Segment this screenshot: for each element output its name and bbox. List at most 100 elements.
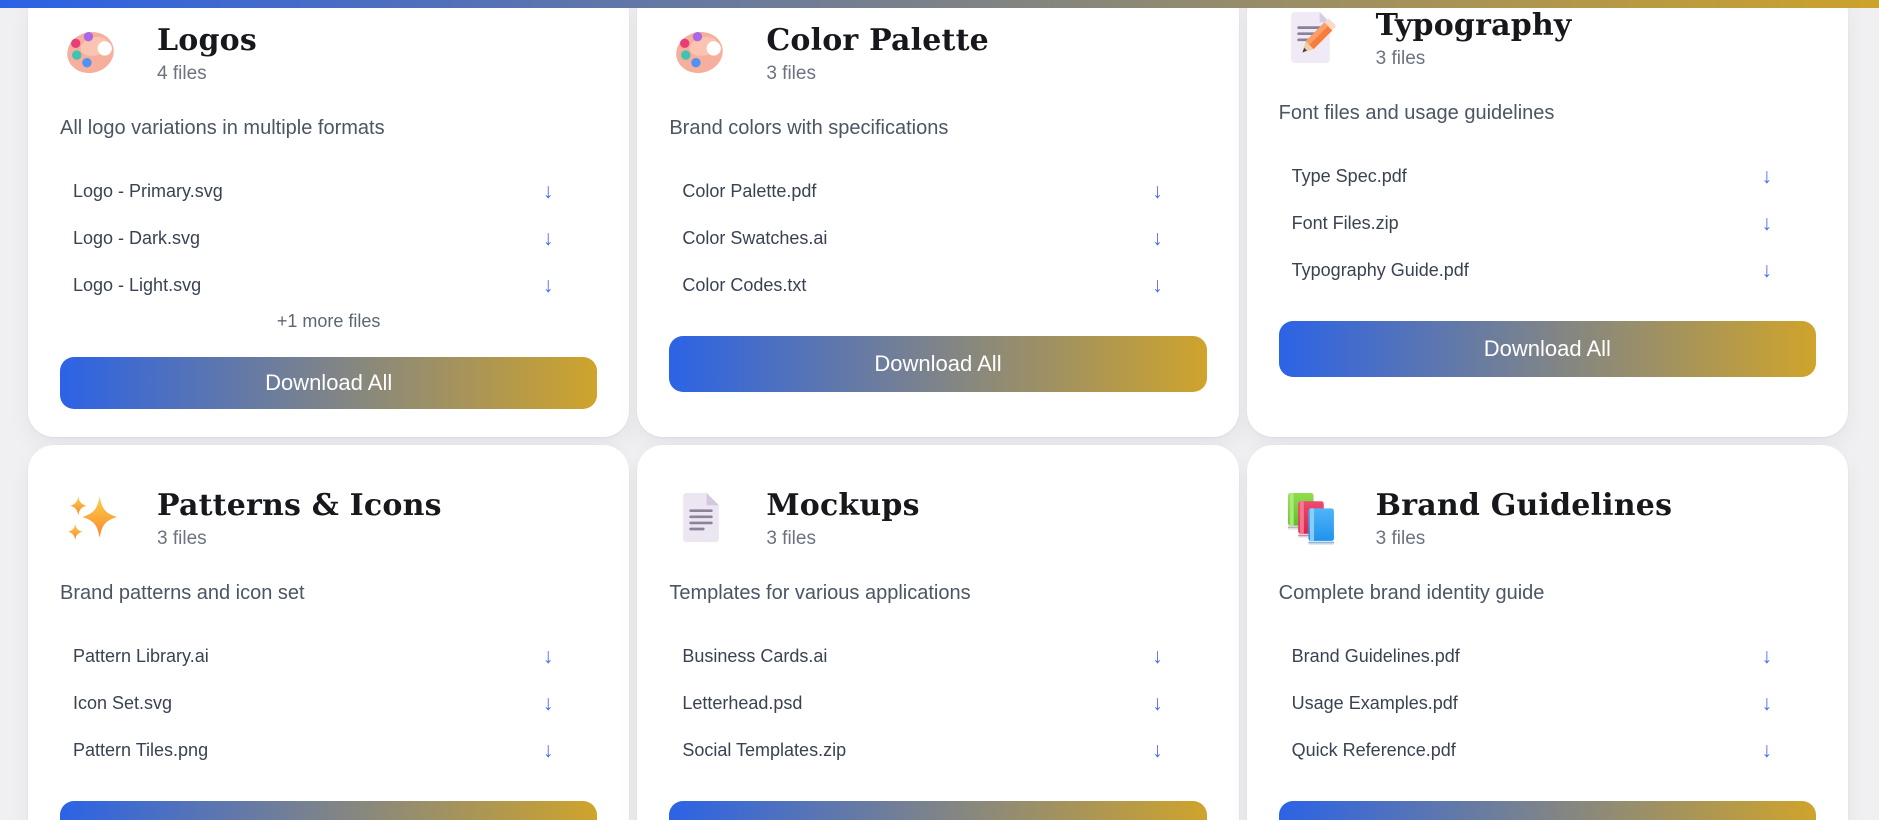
file-name: Color Palette.pdf bbox=[682, 180, 817, 201]
card-title: Logos bbox=[157, 23, 257, 58]
download-arrow-icon[interactable]: ↓ bbox=[1152, 693, 1163, 714]
file-row[interactable]: Color Codes.txt ↓ bbox=[669, 262, 1206, 309]
card-header: Typography 3 files bbox=[1279, 10, 1816, 68]
file-row[interactable]: Type Spec.pdf ↓ bbox=[1279, 153, 1816, 200]
download-all-button[interactable]: Download All bbox=[1278, 320, 1816, 377]
file-row[interactable]: Typography Guide.pdf ↓ bbox=[1279, 247, 1816, 294]
card-brand-guidelines: Brand Guidelines 3 files Complete brand … bbox=[1246, 445, 1848, 820]
file-name: Logo - Light.svg bbox=[73, 274, 202, 295]
file-name: Logo - Primary.svg bbox=[73, 180, 223, 201]
files-count: 3 files bbox=[157, 527, 207, 549]
download-arrow-icon[interactable]: ↓ bbox=[543, 181, 554, 202]
file-row[interactable]: Font Files.zip ↓ bbox=[1279, 200, 1816, 247]
file-row[interactable]: Business Cards.ai ↓ bbox=[669, 633, 1206, 680]
card-patterns-icons: Patterns & Icons 3 files Brand patterns … bbox=[28, 445, 630, 820]
card-color-palette: Color Palette 3 files Brand colors with … bbox=[637, 0, 1239, 437]
page-progress-gradient-bar bbox=[0, 0, 1879, 8]
file-row[interactable]: Color Swatches.ai ↓ bbox=[669, 215, 1206, 262]
file-name: Icon Set.svg bbox=[73, 692, 173, 713]
card-title: Mockups bbox=[766, 488, 920, 523]
file-row[interactable]: Logo - Primary.svg ↓ bbox=[60, 168, 597, 215]
files-count: 3 files bbox=[766, 62, 816, 84]
memo-pencil-icon bbox=[1283, 10, 1338, 65]
file-name: Social Templates.zip bbox=[682, 739, 847, 760]
file-row[interactable]: Color Palette.pdf ↓ bbox=[669, 168, 1206, 215]
palette-icon bbox=[64, 25, 119, 80]
card-logos: Logos 4 files All logo variations in mul… bbox=[28, 0, 630, 437]
download-arrow-icon[interactable]: ↓ bbox=[543, 740, 554, 761]
file-row[interactable]: Letterhead.psd ↓ bbox=[669, 680, 1206, 727]
file-row[interactable]: Pattern Tiles.png ↓ bbox=[60, 727, 597, 774]
download-all-button[interactable]: Download All bbox=[1278, 800, 1816, 820]
download-arrow-icon[interactable]: ↓ bbox=[1152, 275, 1163, 296]
file-name: Font Files.zip bbox=[1291, 212, 1399, 233]
card-header: Mockups 3 files bbox=[669, 490, 1206, 548]
file-row[interactable]: Logo - Dark.svg ↓ bbox=[60, 215, 597, 262]
download-arrow-icon[interactable]: ↓ bbox=[1152, 740, 1163, 761]
file-name: Pattern Tiles.png bbox=[73, 739, 209, 760]
file-name: Business Cards.ai bbox=[682, 645, 828, 666]
card-description: Brand patterns and icon set bbox=[60, 581, 305, 604]
file-list: Brand Guidelines.pdf ↓ Usage Examples.pd… bbox=[1279, 633, 1816, 774]
file-row[interactable]: Brand Guidelines.pdf ↓ bbox=[1279, 633, 1816, 680]
file-row[interactable]: Usage Examples.pdf ↓ bbox=[1279, 680, 1816, 727]
file-name: Color Codes.txt bbox=[682, 274, 807, 295]
card-description: All logo variations in multiple formats bbox=[60, 116, 385, 139]
file-row[interactable]: Logo - Light.svg ↓ bbox=[60, 262, 597, 309]
palette-icon bbox=[673, 25, 728, 80]
file-row[interactable]: Icon Set.svg ↓ bbox=[60, 680, 597, 727]
card-header: Brand Guidelines 3 files bbox=[1279, 490, 1816, 548]
more-files-label: +1 more files bbox=[276, 310, 381, 331]
download-arrow-icon[interactable]: ↓ bbox=[1761, 646, 1772, 667]
file-name: Pattern Library.ai bbox=[73, 645, 209, 666]
file-list: Logo - Primary.svg ↓ Logo - Dark.svg ↓ L… bbox=[60, 168, 597, 309]
files-count: 3 files bbox=[1375, 527, 1426, 549]
file-name: Logo - Dark.svg bbox=[73, 227, 201, 248]
file-name: Letterhead.psd bbox=[682, 692, 803, 713]
file-row[interactable]: Social Templates.zip ↓ bbox=[669, 727, 1206, 774]
card-description: Templates for various applications bbox=[669, 581, 971, 604]
download-arrow-icon[interactable]: ↓ bbox=[1761, 213, 1772, 234]
card-description: Complete brand identity guide bbox=[1278, 581, 1545, 604]
file-row[interactable]: Quick Reference.pdf ↓ bbox=[1279, 727, 1816, 774]
download-arrow-icon[interactable]: ↓ bbox=[1152, 646, 1163, 667]
download-arrow-icon[interactable]: ↓ bbox=[1761, 693, 1772, 714]
files-count: 4 files bbox=[157, 62, 207, 84]
download-arrow-icon[interactable]: ↓ bbox=[543, 693, 554, 714]
card-description: Brand colors with specifications bbox=[669, 116, 949, 139]
file-name: Type Spec.pdf bbox=[1291, 165, 1407, 186]
download-arrow-icon[interactable]: ↓ bbox=[543, 275, 554, 296]
file-name: Typography Guide.pdf bbox=[1291, 259, 1469, 280]
download-arrow-icon[interactable]: ↓ bbox=[543, 228, 554, 249]
download-arrow-icon[interactable]: ↓ bbox=[1761, 740, 1772, 761]
file-name: Color Swatches.ai bbox=[682, 227, 828, 248]
card-title: Color Palette bbox=[766, 23, 989, 58]
download-arrow-icon[interactable]: ↓ bbox=[1152, 228, 1163, 249]
download-arrow-icon[interactable]: ↓ bbox=[1761, 166, 1772, 187]
download-all-button[interactable]: Download All bbox=[669, 800, 1207, 820]
card-header: Logos 4 files bbox=[60, 25, 597, 83]
card-mockups: Mockups 3 files Templates for various ap… bbox=[637, 445, 1239, 820]
document-icon bbox=[673, 490, 728, 545]
download-arrow-icon[interactable]: ↓ bbox=[543, 646, 554, 667]
download-all-button[interactable]: Download All bbox=[60, 356, 598, 409]
card-title: Typography bbox=[1375, 8, 1572, 43]
file-name: Brand Guidelines.pdf bbox=[1291, 645, 1460, 666]
file-list: Color Palette.pdf ↓ Color Swatches.ai ↓ … bbox=[669, 168, 1206, 309]
card-header: Color Palette 3 files bbox=[669, 25, 1206, 83]
asset-card-grid: Logos 4 files All logo variations in mul… bbox=[28, 0, 1848, 820]
files-count: 3 files bbox=[1375, 47, 1426, 69]
download-arrow-icon[interactable]: ↓ bbox=[1152, 181, 1163, 202]
file-name: Usage Examples.pdf bbox=[1291, 692, 1458, 713]
file-row[interactable]: Pattern Library.ai ↓ bbox=[60, 633, 597, 680]
download-arrow-icon[interactable]: ↓ bbox=[1761, 260, 1772, 281]
files-count: 3 files bbox=[766, 527, 816, 549]
file-list: Type Spec.pdf ↓ Font Files.zip ↓ Typogra… bbox=[1279, 153, 1816, 294]
card-title: Brand Guidelines bbox=[1375, 488, 1673, 523]
download-all-button[interactable]: Download All bbox=[60, 800, 598, 820]
file-list: Business Cards.ai ↓ Letterhead.psd ↓ Soc… bbox=[669, 633, 1206, 774]
card-typography: Typography 3 files Font files and usage … bbox=[1246, 0, 1848, 437]
download-all-button[interactable]: Download All bbox=[669, 335, 1207, 392]
card-description: Font files and usage guidelines bbox=[1278, 101, 1555, 124]
card-title: Patterns & Icons bbox=[157, 488, 442, 523]
